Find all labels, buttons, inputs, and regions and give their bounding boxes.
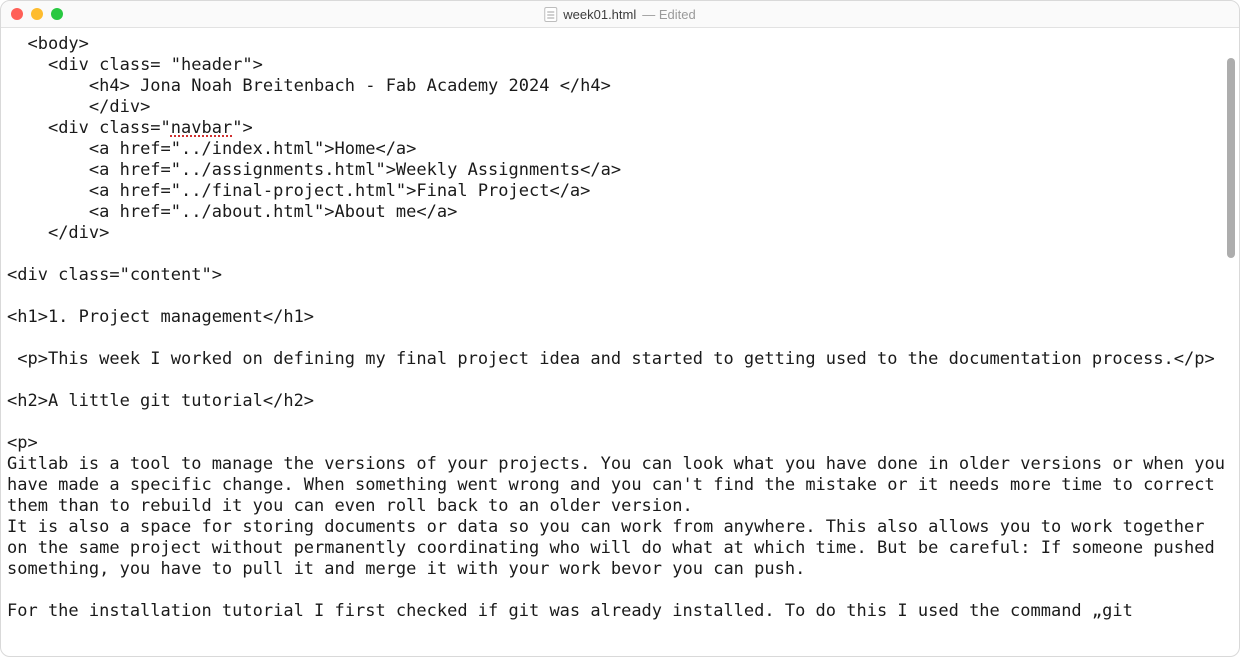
scrollbar-thumb[interactable] — [1227, 58, 1235, 258]
spell-error: navbar — [171, 118, 232, 138]
editor-line[interactable]: It is also a space for storing documents… — [7, 517, 1233, 580]
editor-line[interactable] — [7, 286, 1233, 307]
editor-line[interactable]: <div class= "header"> — [7, 55, 1233, 76]
editor-line[interactable]: <h1>1. Project management</h1> — [7, 307, 1233, 328]
editor-line[interactable]: <h2>A little git tutorial</h2> — [7, 391, 1233, 412]
editor-line[interactable]: Gitlab is a tool to manage the versions … — [7, 454, 1233, 517]
editor-line[interactable]: <a href="../index.html">Home</a> — [7, 139, 1233, 160]
editor-line[interactable]: <div class="content"> — [7, 265, 1233, 286]
editor-line[interactable]: <p> — [7, 433, 1233, 454]
filename-label: week01.html — [563, 7, 636, 22]
editor-area: <body> <div class= "header"> <h4> Jona N… — [1, 28, 1239, 656]
editor-line[interactable] — [7, 328, 1233, 349]
editor-line[interactable]: <p>This week I worked on defining my fin… — [7, 349, 1233, 370]
app-window: week01.html — Edited <body> <div class= … — [0, 0, 1240, 657]
editor-line[interactable]: <a href="../assignments.html">Weekly Ass… — [7, 160, 1233, 181]
editor-line[interactable]: For the installation tutorial I first ch… — [7, 601, 1233, 622]
scrollbar-track[interactable] — [1223, 32, 1237, 652]
editor-line[interactable] — [7, 370, 1233, 391]
titlebar[interactable]: week01.html — Edited — [1, 1, 1239, 28]
editor-line[interactable]: <a href="../about.html">About me</a> — [7, 202, 1233, 223]
document-icon — [544, 7, 557, 22]
editor-line[interactable]: <div class="navbar"> — [7, 118, 1233, 139]
window-controls — [1, 8, 63, 20]
editor-line[interactable]: </div> — [7, 223, 1233, 244]
editor-line[interactable] — [7, 412, 1233, 433]
editor-line[interactable]: </div> — [7, 97, 1233, 118]
close-icon[interactable] — [11, 8, 23, 20]
editor-line[interactable] — [7, 580, 1233, 601]
text-editor[interactable]: <body> <div class= "header"> <h4> Jona N… — [1, 28, 1239, 656]
minimize-icon[interactable] — [31, 8, 43, 20]
editor-line[interactable] — [7, 244, 1233, 265]
editor-line[interactable]: <body> — [7, 34, 1233, 55]
edited-label: — Edited — [642, 7, 695, 22]
editor-line[interactable]: <a href="../final-project.html">Final Pr… — [7, 181, 1233, 202]
editor-line[interactable]: <h4> Jona Noah Breitenbach - Fab Academy… — [7, 76, 1233, 97]
window-title: week01.html — Edited — [544, 7, 695, 22]
maximize-icon[interactable] — [51, 8, 63, 20]
